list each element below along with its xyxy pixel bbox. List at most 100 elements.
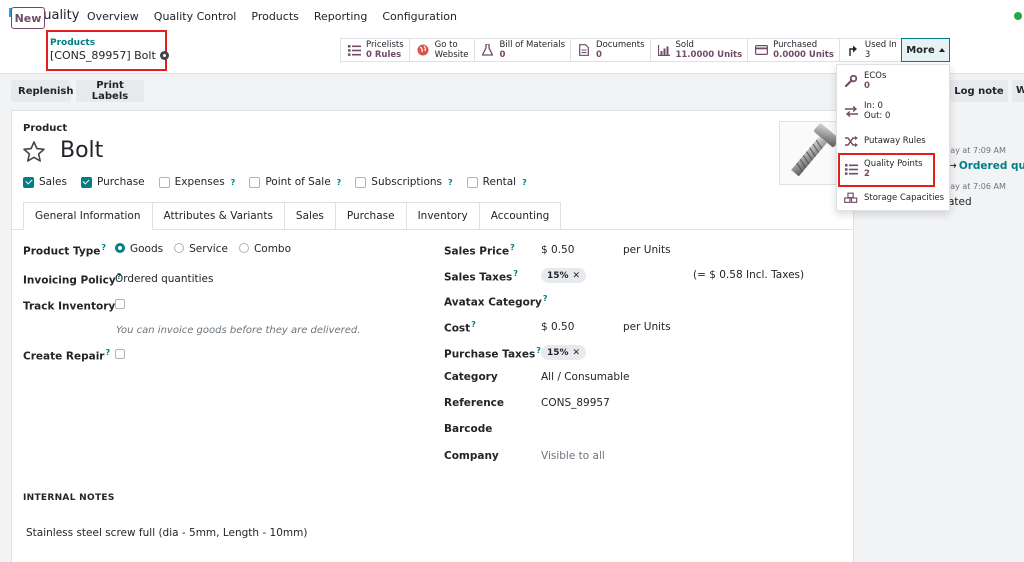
menu-item-label: Putaway Rules <box>864 136 926 146</box>
log-note-button[interactable]: Log note <box>950 80 1008 102</box>
in-out-menu-item[interactable]: In: 0 Out: 0 <box>837 101 949 121</box>
reference-input[interactable]: CONS_89957 <box>541 397 610 409</box>
point-of-sale-checkbox[interactable]: Point of Sale? <box>249 176 341 188</box>
wrench-icon <box>844 75 858 87</box>
subscriptions-checkbox[interactable]: Subscriptions? <box>355 176 453 188</box>
help-icon[interactable]: ? <box>231 178 236 187</box>
purchase-checkbox[interactable]: Purchase <box>80 176 145 188</box>
purchase-tax-tag[interactable]: 15% ✕ <box>541 345 587 360</box>
help-icon[interactable]: ? <box>543 294 548 303</box>
caret-up-icon <box>938 48 945 52</box>
product-image[interactable] <box>779 121 841 185</box>
purchased-smart-button[interactable]: Purchased 0.0000 Units <box>747 38 839 62</box>
sales-price-input[interactable]: $ 0.50 <box>541 244 574 256</box>
menu-item-value: Out: 0 <box>864 111 891 121</box>
breadcrumb-products-link[interactable]: Products <box>50 38 169 48</box>
avatax-category-label: Avatax Category? <box>444 294 548 309</box>
internal-notes-text[interactable]: Stainless steel screw full (dia - 5mm, L… <box>26 527 307 539</box>
help-icon[interactable]: ? <box>101 243 106 252</box>
checkbox-mark <box>466 176 478 188</box>
help-icon[interactable]: ? <box>513 269 518 278</box>
checkbox-mark <box>249 176 261 188</box>
star-icon[interactable] <box>22 140 46 164</box>
smart-button-label: Bill of Materials <box>499 40 566 50</box>
menu-configuration[interactable]: Configuration <box>382 10 457 23</box>
help-icon[interactable]: ? <box>337 178 342 187</box>
smart-button-label: Purchased <box>773 40 818 50</box>
category-label: Category <box>444 371 498 383</box>
checkbox-mark <box>355 176 367 188</box>
tab-general-information[interactable]: General Information <box>23 202 153 230</box>
menu-products[interactable]: Products <box>251 10 299 23</box>
company-select[interactable]: Visible to all <box>541 450 605 462</box>
send-message-button[interactable]: W <box>1012 80 1024 102</box>
credit-card-icon <box>754 44 768 56</box>
help-icon[interactable]: ? <box>471 320 476 329</box>
level-up-icon <box>846 44 860 56</box>
sales-checkbox[interactable]: Sales <box>23 176 67 188</box>
flask-icon <box>481 44 495 56</box>
tab-purchase[interactable]: Purchase <box>335 202 407 230</box>
smart-button-value: 0 <box>499 50 506 60</box>
pricelists-smart-button[interactable]: Pricelists 0 Rules <box>340 38 409 62</box>
create-repair-checkbox[interactable] <box>115 349 125 359</box>
top-navbar: Quality Overview Quality Control Product… <box>0 0 1024 32</box>
barcode-input[interactable] <box>541 423 691 436</box>
tab-attributes-variants[interactable]: Attributes & Variants <box>152 202 285 230</box>
smart-button-label: Pricelists <box>366 40 404 50</box>
cost-input[interactable]: $ 0.50 <box>541 321 574 333</box>
field-label-text: Product Type <box>23 245 101 258</box>
replenish-button[interactable]: Replenish <box>11 80 73 102</box>
documents-smart-button[interactable]: Documents 0 <box>570 38 650 62</box>
breadcrumb-current: [CONS_89957] Bolt <box>50 49 169 62</box>
smart-button-label: Used In <box>864 40 897 50</box>
new-button[interactable]: New <box>11 7 45 29</box>
radio-mark <box>238 243 249 253</box>
chatter-link[interactable]: →Ordered qua <box>948 160 1024 172</box>
tab-accounting[interactable]: Accounting <box>479 202 562 230</box>
help-icon[interactable]: ? <box>522 178 527 187</box>
tab-inventory[interactable]: Inventory <box>406 202 480 230</box>
category-select[interactable]: All / Consumable <box>541 371 629 383</box>
field-label-text: Sales Price <box>444 245 510 258</box>
expenses-checkbox[interactable]: Expenses? <box>158 176 236 188</box>
product-section-label: Product <box>23 123 68 134</box>
radio-service[interactable]: Service <box>174 243 228 255</box>
field-label-text: Sales Taxes <box>444 271 513 284</box>
invoice-goods-note: You can invoice goods before they are de… <box>116 325 361 336</box>
more-button[interactable]: More <box>901 38 950 62</box>
checkbox-label: Rental <box>482 176 517 188</box>
bill-of-materials-smart-button[interactable]: Bill of Materials 0 <box>473 38 571 62</box>
invoicing-policy-select[interactable]: Ordered quantities <box>115 273 213 285</box>
radio-mark <box>174 243 185 253</box>
company-label: Company <box>444 450 499 462</box>
radio-combo[interactable]: Combo <box>238 243 291 255</box>
highlight-quality-points <box>838 153 935 187</box>
storage-capacities-menu-item[interactable]: Storage Capacities <box>837 192 949 204</box>
form-tabs: General Information Attributes & Variant… <box>23 202 562 230</box>
close-icon[interactable]: ✕ <box>573 348 581 358</box>
ecos-menu-item[interactable]: ECOs 0 <box>837 71 949 91</box>
tab-sales[interactable]: Sales <box>284 202 336 230</box>
menu-quality-control[interactable]: Quality Control <box>154 10 237 23</box>
product-name[interactable]: Bolt <box>60 138 103 163</box>
help-icon[interactable]: ? <box>510 243 515 252</box>
chatter-message: ated <box>948 196 972 208</box>
go-to-website-smart-button[interactable]: Go to Website <box>408 38 474 62</box>
menu-reporting[interactable]: Reporting <box>314 10 367 23</box>
putaway-rules-menu-item[interactable]: Putaway Rules <box>837 135 949 147</box>
help-icon[interactable]: ? <box>105 348 110 357</box>
sold-smart-button[interactable]: Sold 11.0000 Units <box>649 38 748 62</box>
smart-button-value: 0 Rules <box>366 50 402 60</box>
internal-notes-title: INTERNAL NOTES <box>23 493 115 503</box>
help-icon[interactable]: ? <box>448 178 453 187</box>
track-inventory-checkbox[interactable] <box>115 299 125 309</box>
close-icon[interactable]: ✕ <box>573 271 581 281</box>
barcode-label: Barcode <box>444 423 493 435</box>
menu-overview[interactable]: Overview <box>87 10 139 23</box>
radio-goods[interactable]: Goods <box>115 243 163 255</box>
sales-tax-tag[interactable]: 15% ✕ <box>541 268 587 283</box>
gear-icon[interactable] <box>159 51 169 60</box>
print-labels-button[interactable]: Print Labels <box>76 80 144 102</box>
rental-checkbox[interactable]: Rental? <box>466 176 527 188</box>
